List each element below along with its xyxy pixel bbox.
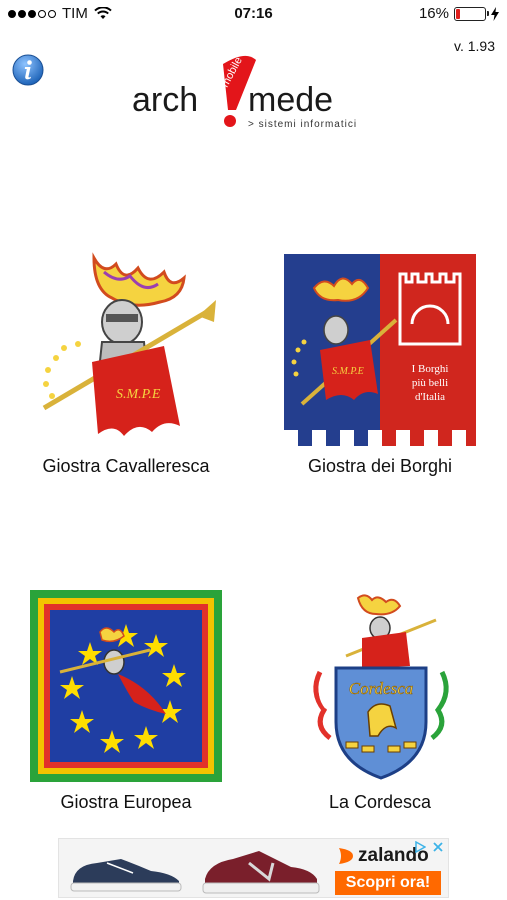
crest-title: Cordesca (349, 679, 414, 698)
version-label: v. 1.93 (454, 38, 495, 54)
info-icon[interactable] (12, 54, 44, 86)
close-icon[interactable] (432, 841, 444, 853)
banner-line-1: I Borghi (412, 363, 449, 375)
svg-text:S.M.P.E: S.M.P.E (332, 366, 364, 377)
status-right: 16% (419, 5, 499, 22)
europe-flag-knight-icon (30, 590, 222, 782)
battery-percent: 16% (418, 5, 449, 22)
status-bar: TIM 07:16 16% (0, 0, 507, 28)
cordesca-crest-icon: Cordesca (313, 594, 449, 780)
tile-giostra-europea[interactable]: Giostra Europea (28, 588, 224, 818)
charging-bolt-icon (491, 6, 499, 21)
adchoices-icon[interactable] (414, 841, 426, 853)
ad-banner[interactable]: zalando Scopri ora! (58, 838, 449, 898)
banner-line-2: più belli (412, 377, 448, 389)
tile-label: La Cordesca (328, 792, 432, 812)
ad-cta-button[interactable]: Scopri ora! (335, 871, 441, 895)
knight-smpe-icon: S.M.P.E (42, 252, 216, 436)
tile-label: Giostra Cavalleresca (42, 456, 210, 476)
zalando-icon (339, 848, 353, 864)
svg-text:arch: arch (132, 81, 198, 119)
borghi-banner-icon: I Borghi più belli d'Italia S.M.P.E (284, 254, 476, 446)
svg-text:mede: mede (248, 81, 333, 119)
sneaker-dark-icon (70, 859, 182, 892)
ad-cta-label: Scopri ora! (345, 874, 431, 891)
sneaker-red-icon (202, 851, 320, 894)
tile-giostra-dei-borghi[interactable]: I Borghi più belli d'Italia S.M.P.E Gios… (282, 250, 478, 485)
svg-text:S.M.P.E: S.M.P.E (116, 387, 161, 402)
tile-giostra-cavalleresca[interactable]: S.M.P.E Giostra Cavalleresca (28, 250, 224, 485)
tile-label: Giostra Europea (60, 792, 192, 812)
svg-text:> sistemi informatici: > sistemi informatici (248, 119, 357, 130)
tile-la-cordesca[interactable]: Cordesca La Cordesca (282, 588, 478, 818)
archimede-logo: arch mobile mede > sistemi informatici (132, 55, 357, 130)
tile-label: Giostra dei Borghi (307, 456, 453, 476)
banner-line-3: d'Italia (415, 391, 445, 403)
battery-icon (454, 6, 489, 21)
